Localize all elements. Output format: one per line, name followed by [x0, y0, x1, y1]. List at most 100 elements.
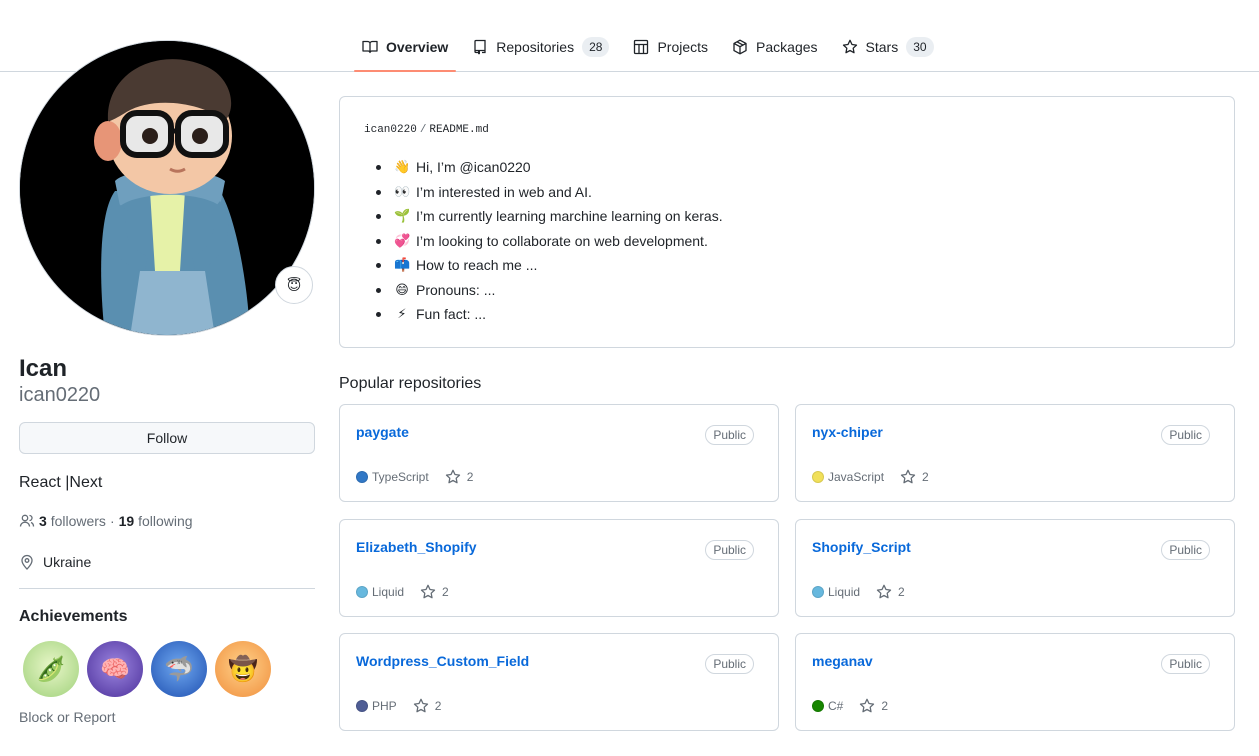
status-badge[interactable]: 😇 [275, 266, 313, 304]
tab-packages[interactable]: Packages [724, 26, 825, 68]
readme-card: ican0220/README.md 👋 Hi, I’m @ican0220 👀 I… [339, 96, 1235, 348]
repo-language: JavaScript [828, 470, 885, 484]
star-icon [413, 698, 428, 713]
tab-stars[interactable]: Stars 30 [834, 26, 942, 68]
readme-file: README.md [429, 124, 489, 136]
star-icon [900, 469, 916, 484]
galaxy-brain-icon[interactable]: 🧠 [87, 641, 143, 697]
package-icon [733, 39, 747, 55]
visibility-badge: Public [705, 540, 754, 560]
readme-owner-link[interactable]: ican0220 [364, 124, 417, 136]
repo-card: Wordpress_Custom_Field Public PHP 2 [339, 633, 779, 731]
star-icon [842, 39, 857, 54]
repo-language: TypeScript [372, 470, 429, 484]
repo-stars-link[interactable]: 2 [413, 698, 441, 714]
repo-meta: Liquid 2 [356, 584, 449, 600]
repo-name-link[interactable]: nyx-chiper [812, 424, 883, 440]
repo-name-link[interactable]: Shopify_Script [812, 539, 911, 555]
tab-projects[interactable]: Projects [625, 26, 716, 68]
hearts-icon: 💞 [394, 232, 411, 248]
tab-label: Repositories [496, 39, 575, 55]
table-icon [634, 39, 649, 55]
yolo-icon[interactable]: 🤠 [215, 641, 271, 697]
visibility-badge: Public [1161, 540, 1210, 560]
list-item: 👀 I’m interested in web and AI. [376, 180, 723, 205]
tab-label: Projects [657, 39, 709, 55]
list-item: 📫 How to reach me ... [376, 253, 723, 278]
list-item: 👋 Hi, I’m @ican0220 [376, 155, 723, 180]
repo-stars-link[interactable]: 2 [859, 698, 888, 714]
followers-link[interactable]: 3 followers [39, 513, 106, 529]
star-icon [876, 584, 892, 599]
wave-icon: 👋 [394, 159, 411, 175]
follow-button[interactable]: Follow [19, 422, 315, 454]
profile-name: Ican [19, 355, 68, 382]
repo-meta: Liquid 2 [812, 584, 905, 600]
repositories-count: 28 [582, 37, 610, 57]
visibility-badge: Public [705, 654, 754, 674]
repo-stars-link[interactable]: 2 [900, 469, 929, 485]
repo-card: meganav Public C# 2 [795, 633, 1235, 731]
block-or-report-link[interactable]: Block or Report [19, 709, 115, 725]
following-label: following [138, 513, 193, 529]
book-icon [362, 40, 378, 54]
follow-stats: 3 followers · 19 following [19, 513, 193, 529]
repo-stars-link[interactable]: 2 [876, 584, 905, 600]
star-icon [420, 584, 436, 599]
list-item: 🌱 I’m currently learning marchine learnin… [376, 204, 723, 229]
mailbox-icon: 📫 [394, 257, 411, 273]
location-text: Ukraine [43, 554, 92, 570]
stars-count: 30 [906, 37, 934, 57]
language-color-icon [356, 471, 368, 483]
repo-meta: PHP 2 [356, 698, 441, 714]
list-item: 😄 Pronouns: ... [376, 278, 723, 303]
status-emoji-icon: 😇 [286, 276, 302, 293]
profile-location: Ukraine [19, 554, 91, 570]
repo-language: C# [828, 699, 844, 713]
repo-card: Elizabeth_Shopify Public Liquid 2 [339, 519, 779, 617]
followers-label: followers [50, 513, 106, 529]
following-count: 19 [118, 513, 135, 529]
avatar-illustration [20, 41, 314, 335]
repo-name-link[interactable]: Wordpress_Custom_Field [356, 653, 529, 669]
repo-card: nyx-chiper Public JavaScript 2 [795, 404, 1235, 502]
repo-meta: TypeScript 2 [356, 469, 473, 485]
readme-path: ican0220/README.md [364, 124, 489, 136]
language-color-icon [812, 471, 824, 483]
profile-login: ican0220 [19, 384, 101, 406]
language-color-icon [812, 700, 824, 712]
repo-stars-link[interactable]: 2 [420, 584, 449, 600]
star-icon [445, 469, 460, 484]
profile-bio: React |Next [19, 474, 103, 491]
repo-language: PHP [372, 699, 397, 713]
pair-extraordinaire-icon[interactable]: 🫛 [23, 641, 79, 697]
repo-name-link[interactable]: Elizabeth_Shopify [356, 539, 477, 555]
followers-count: 3 [39, 513, 47, 529]
tab-label: Stars [865, 39, 899, 55]
list-item: ⚡ Fun fact: ... [376, 302, 723, 327]
repo-meta: C# 2 [812, 698, 888, 714]
follow-separator: · [109, 513, 115, 529]
repo-stars-link[interactable]: 2 [445, 469, 473, 485]
repo-language: Liquid [828, 585, 861, 599]
location-icon [21, 554, 33, 570]
sidebar-divider [19, 588, 315, 589]
tab-label: Packages [756, 39, 818, 55]
repo-name-link[interactable]: paygate [356, 424, 409, 440]
repo-icon [474, 39, 486, 55]
repo-name-link[interactable]: meganav [812, 653, 873, 669]
tab-repositories[interactable]: Repositories 28 [464, 26, 617, 68]
repo-language: Liquid [372, 585, 405, 599]
lightning-icon: ⚡ [397, 306, 407, 322]
avatar[interactable] [19, 40, 315, 336]
language-color-icon [356, 700, 368, 712]
language-color-icon [356, 586, 368, 598]
visibility-badge: Public [705, 425, 754, 445]
repo-card: Shopify_Script Public Liquid 2 [795, 519, 1235, 617]
star-icon [860, 698, 875, 713]
visibility-badge: Public [1161, 425, 1210, 445]
following-link[interactable]: 19 following [119, 513, 193, 529]
tab-overview[interactable]: Overview [354, 26, 457, 72]
pull-shark-icon[interactable]: 🦈 [151, 641, 207, 697]
list-item: 💞 I’m looking to collaborate on web devel… [376, 229, 723, 254]
